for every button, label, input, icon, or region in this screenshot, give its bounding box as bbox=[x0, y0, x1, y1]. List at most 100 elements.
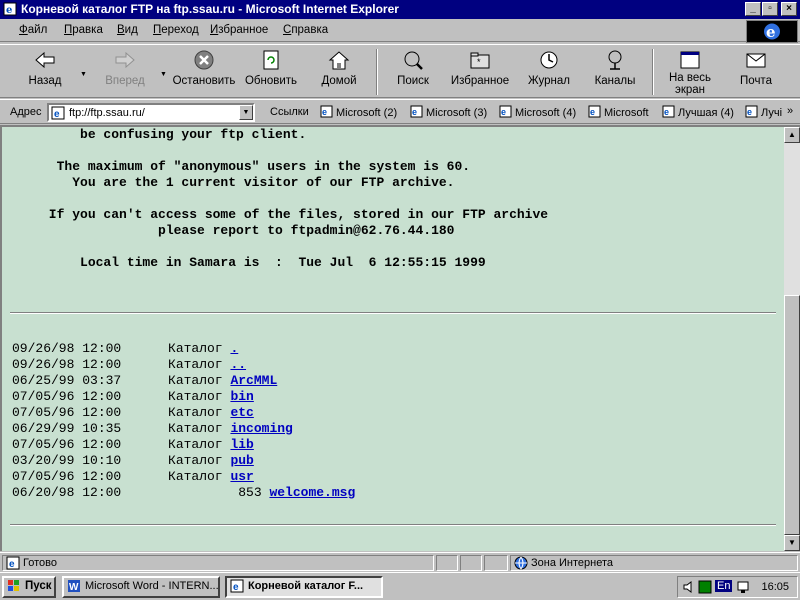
listing-link[interactable]: pub bbox=[230, 453, 253, 468]
scroll-up-button[interactable]: ▲ bbox=[784, 127, 800, 143]
vertical-scrollbar[interactable]: ▲ ▼ bbox=[784, 125, 800, 551]
address-dropdown-icon[interactable]: ▼ bbox=[239, 105, 253, 120]
tray-app-icon[interactable] bbox=[698, 580, 712, 594]
listing-row: 03/20/99 10:10 Каталог pub bbox=[12, 453, 254, 469]
scroll-thumb[interactable] bbox=[784, 295, 800, 535]
link-page-icon: e bbox=[662, 105, 675, 118]
mail-icon bbox=[746, 53, 766, 68]
message-line: please report to ftpadmin@62.76.44.180 bbox=[2, 223, 455, 238]
link-page-icon: e bbox=[410, 105, 423, 118]
fullscreen-icon bbox=[680, 51, 700, 69]
menu-file[interactable]: Файл bbox=[19, 24, 47, 36]
link-microsoft-2[interactable]: e Microsoft (2) bbox=[320, 105, 397, 119]
stop-icon bbox=[194, 50, 214, 70]
status-bar: e Готово Зона Интернета bbox=[0, 552, 800, 572]
ie-window: e Корневой каталог FTP на ftp.ssau.ru - … bbox=[0, 0, 800, 572]
ie-throbber-logo: e bbox=[746, 20, 798, 43]
standard-toolbar: Назад ▼ Вперед ▼ Остановить Обновить Дом… bbox=[0, 44, 800, 98]
minimize-button[interactable]: _ bbox=[745, 2, 761, 16]
close-button[interactable]: × bbox=[781, 2, 797, 16]
listing-link[interactable]: bin bbox=[230, 389, 253, 404]
menu-help[interactable]: Справка bbox=[283, 24, 328, 36]
message-line: be confusing your ftp client. bbox=[2, 127, 307, 142]
history-button[interactable]: Журнал bbox=[522, 47, 576, 97]
horizontal-rule bbox=[10, 312, 776, 314]
message-line bbox=[2, 143, 548, 159]
ie-task-icon: e bbox=[230, 579, 244, 593]
link-microsoft-3[interactable]: e Microsoft (3) bbox=[410, 105, 487, 119]
search-button[interactable]: Поиск bbox=[388, 47, 438, 97]
window-title: Корневой каталог FTP на ftp.ssau.ru - Mi… bbox=[21, 2, 399, 16]
svg-text:W: W bbox=[69, 582, 79, 593]
status-panel bbox=[460, 555, 482, 571]
address-input[interactable]: e ftp://ftp.ssau.ru/ ▼ bbox=[47, 103, 255, 122]
link-page-icon: e bbox=[745, 105, 758, 118]
back-dropdown-icon[interactable]: ▼ bbox=[80, 71, 87, 78]
back-button[interactable]: Назад bbox=[14, 47, 76, 97]
speaker-icon[interactable] bbox=[682, 580, 696, 594]
listing-meta: 07/05/96 12:00 Каталог bbox=[12, 437, 231, 452]
network-icon[interactable] bbox=[736, 580, 750, 594]
forward-button[interactable]: Вперед bbox=[96, 47, 154, 97]
mail-button[interactable]: Почта bbox=[732, 47, 780, 97]
system-tray: En 16:05 bbox=[677, 576, 798, 598]
listing-link[interactable]: lib bbox=[230, 437, 253, 452]
toolbar-separator bbox=[376, 49, 378, 95]
forward-dropdown-icon[interactable]: ▼ bbox=[160, 71, 167, 78]
listing-row: 07/05/96 12:00 Каталог lib bbox=[12, 437, 254, 453]
link-microsoft[interactable]: e Microsoft bbox=[588, 105, 649, 119]
status-panel bbox=[484, 555, 508, 571]
listing-row: 06/20/98 12:00 853 welcome.msg bbox=[12, 485, 355, 501]
listing-link[interactable]: etc bbox=[230, 405, 253, 420]
menu-bar: Файл Правка Вид Переход Избранное Справк… bbox=[0, 20, 800, 42]
page-content: be confusing your ftp client. The maximu… bbox=[0, 125, 784, 551]
listing-link[interactable]: incoming bbox=[230, 421, 292, 436]
listing-link[interactable]: . bbox=[230, 341, 238, 356]
favorites-button[interactable]: * Избранное bbox=[448, 47, 512, 97]
menu-go[interactable]: Переход bbox=[153, 24, 199, 36]
link-best-truncated[interactable]: e Лучі bbox=[745, 105, 782, 119]
task-word[interactable]: W Microsoft Word - INTERN... bbox=[62, 576, 220, 598]
message-line bbox=[2, 239, 548, 255]
clock[interactable]: 16:05 bbox=[761, 581, 789, 593]
links-more-chevron[interactable]: » bbox=[787, 105, 793, 117]
listing-meta: 07/05/96 12:00 Каталог bbox=[12, 389, 231, 404]
title-bar[interactable]: e Корневой каталог FTP на ftp.ssau.ru - … bbox=[0, 0, 800, 19]
message-line: If you can't access some of the files, s… bbox=[2, 207, 549, 222]
windows-logo-icon bbox=[8, 580, 19, 591]
listing-row: 07/05/96 12:00 Каталог usr bbox=[12, 469, 254, 485]
home-button[interactable]: Домой bbox=[312, 47, 366, 97]
stop-button[interactable]: Остановить bbox=[172, 47, 236, 97]
toolbar-separator bbox=[652, 49, 654, 95]
menu-favorites[interactable]: Избранное bbox=[210, 24, 268, 36]
links-label[interactable]: Ссылки bbox=[270, 106, 309, 118]
maximize-button[interactable]: ▫ bbox=[762, 2, 778, 16]
page-icon: e bbox=[51, 106, 65, 120]
fullscreen-button[interactable]: На весь экран bbox=[662, 47, 718, 97]
message-line: You are the 1 current visitor of our FTP… bbox=[2, 175, 455, 190]
menu-edit[interactable]: Правка bbox=[64, 24, 103, 36]
link-best-4[interactable]: e Лучшая (4) bbox=[662, 105, 734, 119]
refresh-button[interactable]: Обновить bbox=[242, 47, 300, 97]
channels-button[interactable]: Каналы bbox=[590, 47, 640, 97]
language-indicator[interactable]: En bbox=[715, 580, 733, 592]
task-ie[interactable]: e Корневой каталог F... bbox=[225, 576, 383, 598]
listing-link[interactable]: .. bbox=[230, 357, 246, 372]
favorites-folder-icon: * bbox=[470, 52, 490, 69]
status-text-panel: e Готово bbox=[2, 555, 434, 571]
svg-text:*: * bbox=[477, 57, 481, 67]
address-bar: Адрес e ftp://ftp.ssau.ru/ ▼ Ссылки e Mic… bbox=[0, 99, 800, 124]
horizontal-rule bbox=[10, 524, 776, 526]
ftp-welcome-message: be confusing your ftp client. The maximu… bbox=[2, 127, 548, 271]
start-button[interactable]: Пуск bbox=[2, 576, 56, 598]
scroll-down-button[interactable]: ▼ bbox=[784, 535, 800, 551]
menu-view[interactable]: Вид bbox=[117, 24, 138, 36]
ie-page-icon: e bbox=[3, 2, 17, 16]
listing-link[interactable]: ArcMML bbox=[230, 373, 277, 388]
listing-link[interactable]: usr bbox=[230, 469, 253, 484]
listing-meta: 07/05/96 12:00 Каталог bbox=[12, 469, 231, 484]
listing-link[interactable]: welcome.msg bbox=[269, 485, 355, 500]
link-microsoft-4[interactable]: e Microsoft (4) bbox=[499, 105, 576, 119]
link-page-icon: e bbox=[588, 105, 601, 118]
listing-meta: 09/26/98 12:00 Каталог bbox=[12, 341, 231, 356]
